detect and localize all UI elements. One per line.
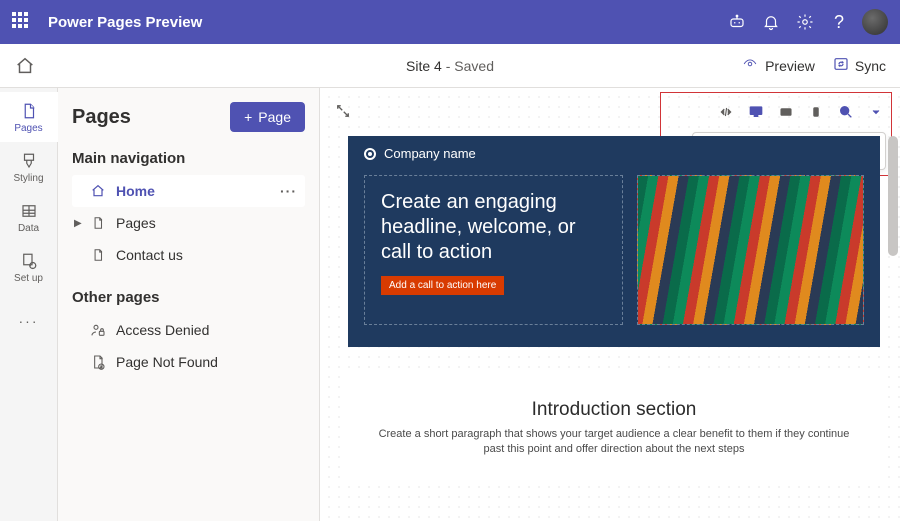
tablet-landscape-icon[interactable]	[776, 103, 796, 121]
expand-icon[interactable]	[334, 102, 354, 122]
avatar[interactable]	[862, 9, 888, 35]
intro-section[interactable]: Introduction section Create a short para…	[348, 373, 880, 478]
table-icon	[19, 201, 39, 221]
radio-icon	[364, 148, 376, 160]
scrollbar[interactable]	[888, 136, 898, 256]
sync-button[interactable]: Sync	[833, 56, 886, 75]
section-main-nav: Main navigation	[72, 150, 305, 167]
settings-icon[interactable]	[788, 5, 822, 39]
nav-item-home[interactable]: Home ···	[72, 175, 305, 207]
pages-panel: Pages + Page Main navigation Home ··· ▶ …	[58, 88, 320, 521]
site-status: Site 4 - Saved	[406, 58, 494, 74]
rail-item-data[interactable]: Data	[0, 192, 58, 242]
company-name: Company name	[384, 146, 476, 161]
rail-item-styling[interactable]: Styling	[0, 142, 58, 192]
page-preview[interactable]: Company name Create an engaging headline…	[348, 136, 880, 521]
code-icon[interactable]	[716, 103, 736, 121]
app-launcher-icon[interactable]	[12, 12, 32, 32]
app-header: Power Pages Preview ?	[0, 0, 900, 44]
home-icon	[90, 183, 106, 199]
notifications-icon[interactable]	[754, 5, 788, 39]
hero-image[interactable]	[637, 175, 864, 325]
app-title: Power Pages Preview	[48, 14, 202, 31]
hero-section[interactable]: Company name Create an engaging headline…	[348, 136, 880, 347]
nav-item-access-denied[interactable]: Access Denied	[72, 314, 305, 346]
add-page-button[interactable]: + Page	[230, 102, 305, 132]
page-icon	[90, 247, 106, 263]
copilot-icon[interactable]	[720, 5, 754, 39]
left-rail: Pages Styling Data Set up ···	[0, 88, 58, 521]
page-error-icon	[90, 354, 106, 370]
nav-item-contact[interactable]: Contact us	[72, 239, 305, 271]
page-icon	[90, 215, 106, 231]
zoom-icon[interactable]	[836, 103, 856, 121]
intro-title: Introduction section	[378, 399, 850, 421]
design-canvas: 50% − + Reset Company name Create an eng…	[320, 88, 900, 521]
intro-body: Create a short paragraph that shows your…	[378, 427, 850, 458]
item-more-icon[interactable]: ···	[280, 183, 297, 199]
plus-icon: +	[244, 109, 252, 125]
gear-page-icon	[19, 251, 39, 271]
nav-item-page-not-found[interactable]: Page Not Found	[72, 346, 305, 378]
rail-more[interactable]: ···	[0, 296, 58, 346]
site-name: Site 4	[406, 58, 442, 74]
page-icon	[19, 101, 39, 121]
panel-title: Pages	[72, 106, 131, 129]
preview-button[interactable]: Preview	[741, 57, 815, 74]
sync-icon	[833, 56, 849, 75]
canvas-toolbar	[334, 98, 886, 126]
nav-item-pages[interactable]: ▶ Pages	[72, 207, 305, 239]
hero-cta-button[interactable]: Add a call to action here	[381, 276, 504, 295]
command-bar: Site 4 - Saved Preview Sync	[0, 44, 900, 88]
chevron-right-icon[interactable]: ▶	[74, 218, 82, 229]
hero-headline: Create an engaging headline, welcome, or…	[381, 190, 606, 265]
home-icon[interactable]	[14, 55, 36, 77]
mobile-icon[interactable]	[806, 103, 826, 121]
save-status: Saved	[454, 58, 494, 74]
section-other-pages: Other pages	[72, 289, 305, 306]
desktop-icon[interactable]	[746, 103, 766, 121]
person-lock-icon	[90, 322, 106, 338]
chevron-down-icon[interactable]	[866, 103, 886, 121]
brush-icon	[19, 151, 39, 171]
rail-item-pages[interactable]: Pages	[0, 92, 58, 142]
hero-text-block[interactable]: Create an engaging headline, welcome, or…	[364, 175, 623, 325]
rail-item-setup[interactable]: Set up	[0, 242, 58, 292]
eye-icon	[741, 57, 759, 74]
help-icon[interactable]: ?	[822, 5, 856, 39]
